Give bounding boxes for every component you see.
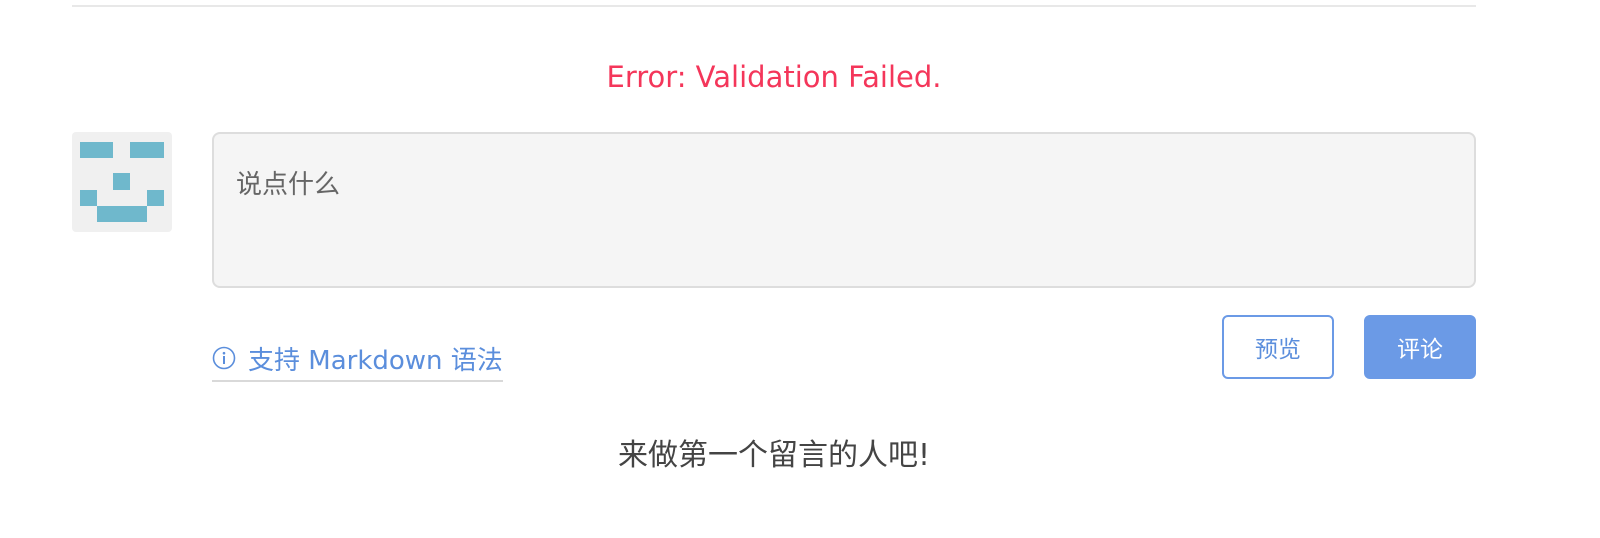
error-message: Error: Validation Failed.: [606, 60, 942, 94]
pixel-face-avatar-icon: [80, 142, 164, 222]
avatar: [72, 132, 172, 232]
submit-comment-button[interactable]: 评论: [1364, 315, 1476, 379]
comment-input[interactable]: [212, 132, 1476, 288]
empty-comments-message: 来做第一个留言的人吧!: [617, 438, 931, 473]
markdown-help-label: 支持 Markdown 语法: [248, 345, 503, 376]
markdown-help-link[interactable]: 支持 Markdown 语法: [212, 338, 503, 382]
preview-button[interactable]: 预览: [1222, 315, 1334, 379]
divider: [72, 5, 1476, 7]
info-circle-icon: [212, 346, 236, 370]
comment-section: Error: Validation Failed. 支持 Markdown 语法…: [0, 0, 1600, 538]
